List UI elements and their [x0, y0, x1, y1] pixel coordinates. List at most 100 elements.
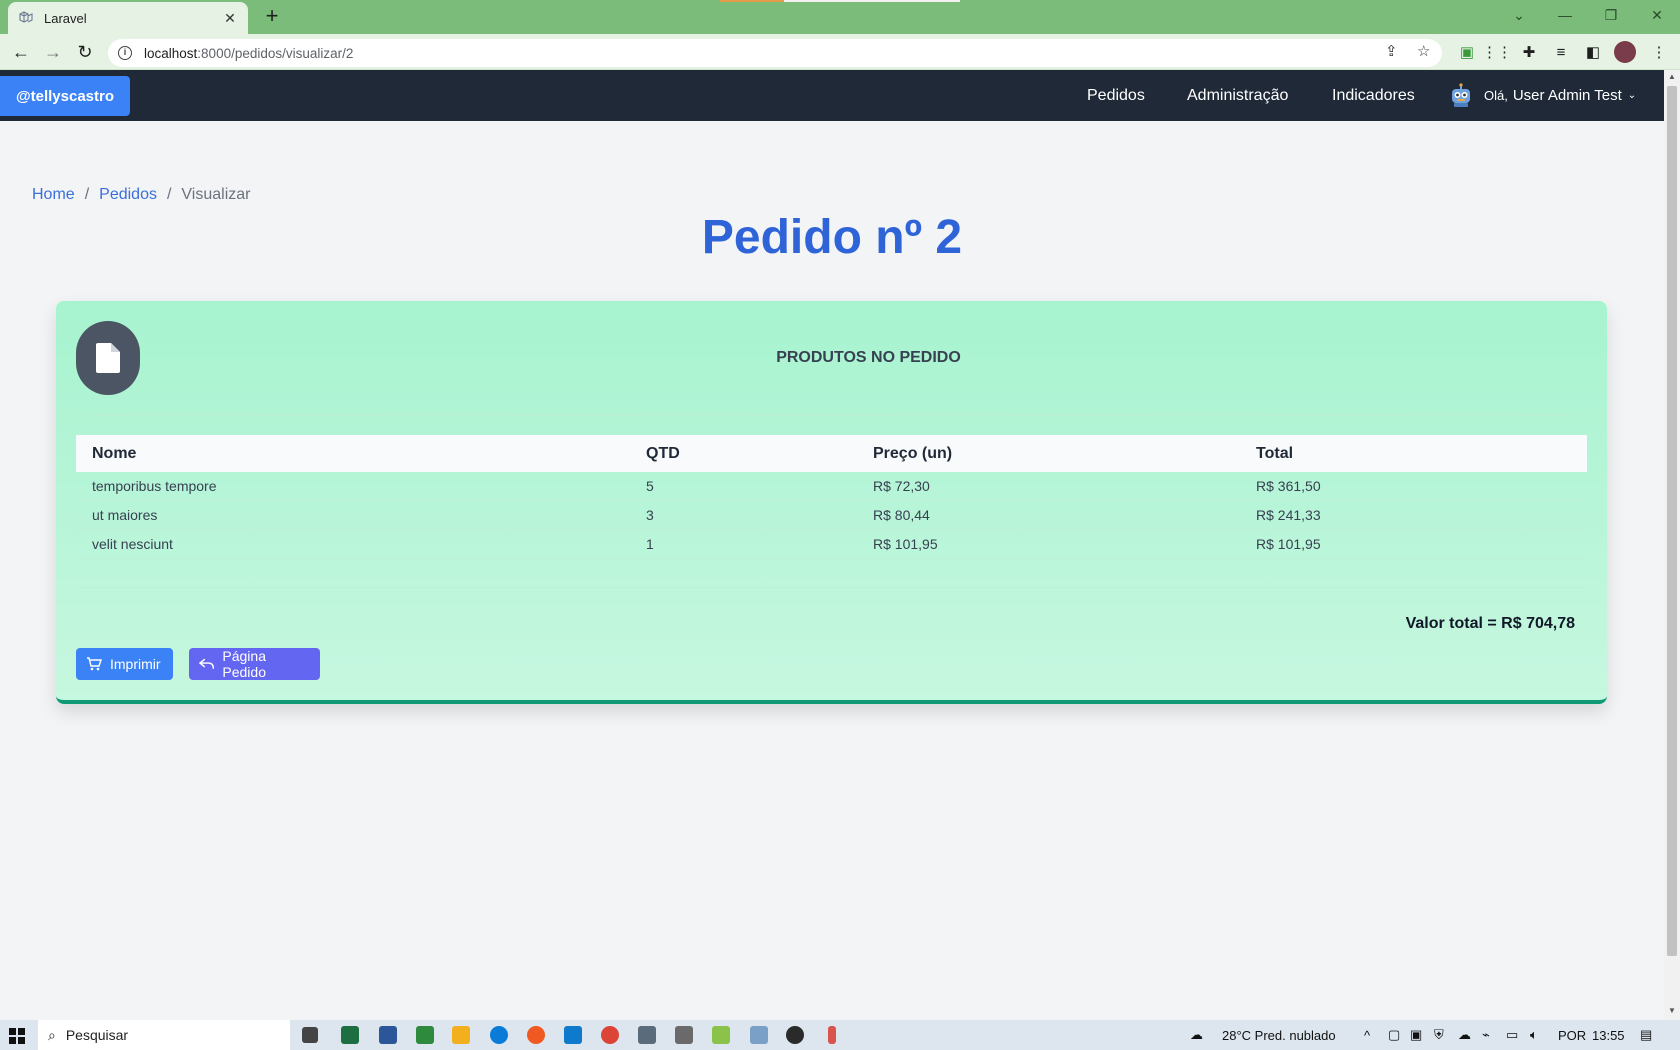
- taskbar-search-placeholder: Pesquisar: [65, 1027, 129, 1043]
- back-icon[interactable]: ←: [8, 40, 34, 64]
- usb-icon[interactable]: ⌁: [1482, 1020, 1490, 1050]
- profile-avatar-icon[interactable]: [1614, 41, 1636, 63]
- cell-nome: velit nesciunt: [92, 536, 173, 552]
- user-name: User Admin Test: [1512, 87, 1622, 104]
- scroll-down-icon[interactable]: ▼: [1668, 1006, 1676, 1015]
- extension-icon[interactable]: ▣: [1458, 43, 1476, 61]
- order-total: Valor total = R$ 704,78: [1405, 615, 1575, 632]
- products-table: Nome QTD Preço (un) Total temporibus tem…: [76, 435, 1587, 588]
- node-app-icon[interactable]: [786, 1026, 804, 1044]
- nav-link-indicadores[interactable]: Indicadores: [1332, 70, 1415, 121]
- word-icon[interactable]: [379, 1026, 397, 1044]
- back-to-order-button[interactable]: Página Pedido: [189, 648, 320, 680]
- address-bar: ← → ↻ i localhost:8000/pedidos/visualiza…: [0, 34, 1680, 70]
- cell-qtd: 5: [646, 478, 654, 494]
- table-row: ut maiores 3 R$ 80,44 R$ 241,33: [76, 501, 1587, 530]
- breadcrumb-home[interactable]: Home: [32, 186, 75, 204]
- extensions-puzzle-icon[interactable]: ✚: [1520, 43, 1538, 61]
- tab-title: Laravel: [44, 10, 87, 26]
- scrollbar-thumb[interactable]: [1667, 86, 1677, 956]
- card-divider: [92, 414, 1572, 415]
- table-footer-divider: [76, 587, 1587, 588]
- active-app-icon[interactable]: [828, 1026, 836, 1044]
- tray-app-icon[interactable]: ▢: [1388, 1020, 1400, 1050]
- print-button[interactable]: Imprimir: [76, 648, 173, 680]
- cell-total: R$ 101,95: [1256, 536, 1321, 552]
- browser-tab[interactable]: Laravel ✕: [8, 2, 248, 34]
- close-tab-icon[interactable]: ✕: [222, 10, 238, 27]
- notepad-plus-icon[interactable]: [416, 1026, 434, 1044]
- nav-link-administracao[interactable]: Administração: [1187, 70, 1288, 121]
- breadcrumb-separator: /: [84, 186, 90, 203]
- tab-strip-accent: [720, 0, 784, 2]
- chrome-icon[interactable]: [601, 1026, 619, 1044]
- cell-total: R$ 361,50: [1256, 478, 1321, 494]
- lambda-app-icon[interactable]: [712, 1026, 730, 1044]
- excel-icon[interactable]: [341, 1026, 359, 1044]
- card-heading: PRODUTOS NO PEDIDO: [776, 349, 961, 366]
- apps-grid-icon[interactable]: ⋮⋮: [1482, 43, 1512, 61]
- side-panel-icon[interactable]: ◧: [1584, 43, 1602, 61]
- share-icon[interactable]: ⇪: [1385, 42, 1398, 60]
- cell-qtd: 3: [646, 507, 654, 523]
- browser-menu-icon[interactable]: ⋮: [1650, 43, 1668, 61]
- breadcrumb-separator: /: [166, 186, 172, 203]
- brand-link[interactable]: @tellyscastro: [0, 76, 131, 116]
- clock[interactable]: 13:55: [1592, 1020, 1625, 1050]
- app-navbar: @tellyscastro Pedidos Administração Indi…: [0, 70, 1664, 121]
- file-explorer-icon[interactable]: [452, 1026, 470, 1044]
- scroll-up-icon[interactable]: ▲: [1668, 72, 1676, 81]
- robot-avatar-icon: [1452, 82, 1470, 107]
- site-info-icon[interactable]: i: [118, 46, 132, 60]
- new-tab-button[interactable]: +: [258, 4, 286, 30]
- volume-icon[interactable]: 🔈︎: [1530, 1020, 1538, 1050]
- table-row: temporibus tempore 5 R$ 72,30 R$ 361,50: [76, 472, 1587, 501]
- user-menu[interactable]: Olá, User Admin Test ⌄: [1448, 70, 1636, 121]
- cart-icon: [87, 657, 102, 671]
- laravel-favicon-icon: [19, 11, 33, 23]
- breadcrumb: Home / Pedidos / Visualizar: [32, 186, 251, 204]
- nvidia-icon[interactable]: ▣: [1410, 1020, 1422, 1050]
- page-title: Pedido nº 2: [701, 211, 963, 264]
- forward-icon[interactable]: →: [40, 40, 66, 64]
- media-queue-icon[interactable]: ≡: [1552, 43, 1570, 61]
- cell-qtd: 1: [646, 536, 654, 552]
- bookmark-star-icon[interactable]: ☆: [1417, 42, 1430, 60]
- postman-icon[interactable]: [527, 1026, 545, 1044]
- vscode-icon[interactable]: [564, 1026, 582, 1044]
- chevron-up-icon[interactable]: ^: [1364, 1020, 1370, 1050]
- calculator-icon[interactable]: [638, 1026, 656, 1044]
- back-button-label: Página Pedido: [222, 648, 266, 680]
- print-button-label: Imprimir: [110, 656, 161, 672]
- notifications-icon[interactable]: ▤: [1640, 1020, 1652, 1050]
- network-icon[interactable]: ▭: [1506, 1020, 1518, 1050]
- browser-tab-strip: Laravel ✕ + ⌄ — ❐ ✕: [0, 0, 1680, 34]
- cell-total: R$ 241,33: [1256, 507, 1321, 523]
- restore-icon[interactable]: ❐: [1588, 0, 1634, 30]
- task-view-icon[interactable]: [302, 1027, 318, 1043]
- remote-desktop-icon[interactable]: [675, 1026, 693, 1044]
- cell-preco: R$ 80,44: [873, 507, 930, 523]
- url-input[interactable]: i localhost:8000/pedidos/visualizar/2: [108, 39, 1442, 67]
- order-products-card: PRODUTOS NO PEDIDO Nome QTD Preço (un) T…: [56, 301, 1607, 704]
- edge-icon[interactable]: [490, 1026, 508, 1044]
- weather-text[interactable]: 28°C Pred. nublado: [1222, 1020, 1336, 1050]
- page-scrollbar[interactable]: ▲ ▼: [1664, 70, 1680, 1020]
- minimize-icon[interactable]: —: [1542, 0, 1588, 30]
- nav-link-pedidos[interactable]: Pedidos: [1087, 70, 1145, 121]
- weather-icon[interactable]: ☁: [1190, 1020, 1203, 1050]
- windows-taskbar: ⌕ Pesquisar ☁ 28°C Pred. nublado ^ ▢ ▣ ⛨…: [0, 1020, 1680, 1050]
- column-header-preco: Preço (un): [873, 444, 953, 462]
- security-icon[interactable]: ⛨: [1434, 1020, 1444, 1050]
- language-indicator[interactable]: POR: [1558, 1020, 1586, 1050]
- close-window-icon[interactable]: ✕: [1634, 0, 1680, 30]
- taskbar-search-input[interactable]: ⌕ Pesquisar: [38, 1020, 290, 1050]
- notes-app-icon[interactable]: [750, 1026, 768, 1044]
- tab-search-icon[interactable]: ⌄: [1496, 0, 1542, 30]
- user-greeting: Olá,: [1484, 88, 1508, 103]
- breadcrumb-pedidos[interactable]: Pedidos: [99, 186, 157, 204]
- windows-start-icon[interactable]: [9, 1028, 25, 1044]
- cell-nome: ut maiores: [92, 507, 158, 523]
- reload-icon[interactable]: ↻: [72, 40, 98, 64]
- onedrive-icon[interactable]: ☁: [1458, 1020, 1471, 1050]
